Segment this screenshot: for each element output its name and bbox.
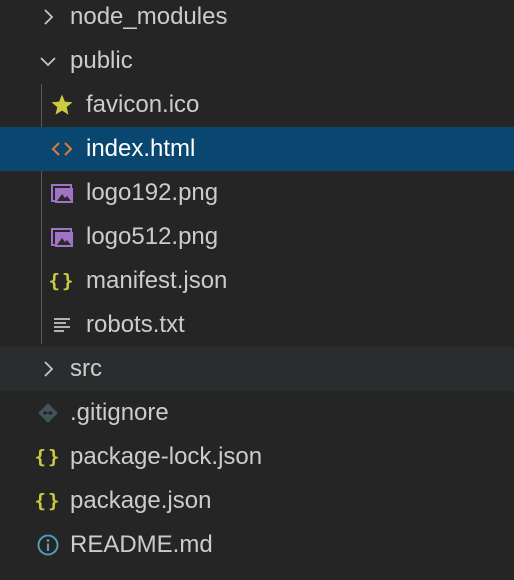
json-braces-icon: {} bbox=[34, 446, 62, 468]
tree-item-node-modules[interactable]: node_modules bbox=[0, 0, 514, 39]
tree-item-public[interactable]: public bbox=[0, 39, 514, 83]
tree-item-label: logo512.png bbox=[86, 223, 219, 250]
json-braces-icon: {} bbox=[48, 270, 76, 292]
git-icon bbox=[34, 391, 62, 435]
tree-item-src[interactable]: src bbox=[0, 347, 514, 391]
star-icon bbox=[48, 83, 76, 127]
tree-item-label: src bbox=[70, 355, 102, 382]
image-icon bbox=[48, 215, 76, 259]
html-code-icon bbox=[48, 127, 76, 171]
tree-item-robots-txt[interactable]: robots.txt bbox=[0, 303, 514, 347]
file-explorer-tree: node_modules public favicon.ico index.ht… bbox=[0, 0, 514, 580]
tree-item-manifest-json[interactable]: {} manifest.json bbox=[0, 259, 514, 303]
tree-item-readme[interactable]: README.md bbox=[0, 523, 514, 567]
tree-item-label: package-lock.json bbox=[70, 443, 263, 470]
tree-item-gitignore[interactable]: .gitignore bbox=[0, 391, 514, 435]
json-braces-icon: {} bbox=[34, 490, 62, 512]
tree-item-label: public bbox=[70, 47, 133, 74]
tree-item-label: README.md bbox=[70, 531, 213, 558]
tree-item-label: robots.txt bbox=[86, 311, 185, 338]
tree-item-index-html[interactable]: index.html bbox=[0, 127, 514, 171]
tree-item-label: logo192.png bbox=[86, 179, 219, 206]
tree-item-package-json[interactable]: {} package.json bbox=[0, 479, 514, 523]
tree-item-package-lock-json[interactable]: {} package-lock.json bbox=[0, 435, 514, 479]
tree-item-label: package.json bbox=[70, 487, 212, 514]
tree-item-label: node_modules bbox=[70, 3, 228, 30]
image-icon bbox=[48, 171, 76, 215]
info-icon bbox=[34, 523, 62, 567]
tree-item-label: favicon.ico bbox=[86, 91, 200, 118]
tree-item-label: .gitignore bbox=[70, 399, 169, 426]
tree-item-label: index.html bbox=[86, 135, 196, 162]
tree-item-logo192[interactable]: logo192.png bbox=[0, 171, 514, 215]
tree-item-favicon[interactable]: favicon.ico bbox=[0, 83, 514, 127]
tree-item-logo512[interactable]: logo512.png bbox=[0, 215, 514, 259]
chevron-right-icon bbox=[34, 0, 62, 39]
chevron-down-icon bbox=[34, 39, 62, 83]
tree-item-label: manifest.json bbox=[86, 267, 228, 294]
chevron-right-icon bbox=[34, 347, 62, 391]
text-lines-icon bbox=[48, 303, 76, 347]
